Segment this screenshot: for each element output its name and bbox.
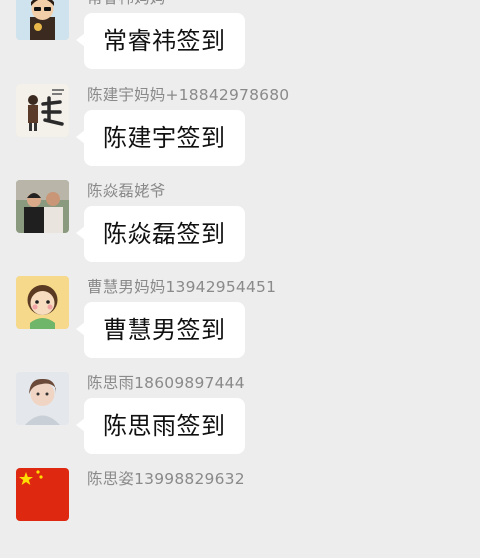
calligraphy-avatar-icon[interactable] <box>16 84 69 137</box>
chat-message-list[interactable]: 常睿祎妈妈 常睿祎签到 陈建宇妈妈+18842978680 陈建宇签到 <box>0 0 480 521</box>
message-bubble[interactable]: 陈建宇签到 <box>76 110 245 166</box>
chat-message: 陈焱磊姥爷 陈焱磊签到 <box>0 180 480 270</box>
chat-message: 常睿祎妈妈 常睿祎签到 <box>0 0 480 77</box>
chat-message: 陈思雨18609897444 陈思雨签到 <box>0 372 480 462</box>
flag-avatar-icon[interactable] <box>16 468 69 521</box>
message-bubble[interactable]: 常睿祎签到 <box>76 13 245 69</box>
sender-name: 曹慧男妈妈13942954451 <box>87 278 277 296</box>
message-bubble[interactable]: 陈思雨签到 <box>76 398 245 454</box>
chat-message: 曹慧男妈妈13942954451 曹慧男签到 <box>0 276 480 366</box>
chat-message: 陈思姿13998829632 <box>0 468 480 558</box>
message-bubble[interactable]: 曹慧男签到 <box>76 302 245 358</box>
cartoon-boy-avatar-icon[interactable] <box>16 0 69 40</box>
portrait-avatar-icon[interactable] <box>16 372 69 425</box>
family-photo-avatar-icon[interactable] <box>16 180 69 233</box>
cartoon-girl-avatar-icon[interactable] <box>16 276 69 329</box>
message-bubble[interactable]: 陈焱磊签到 <box>76 206 245 262</box>
sender-name: 陈思姿13998829632 <box>87 470 245 488</box>
sender-name: 陈建宇妈妈+18842978680 <box>87 86 290 104</box>
chat-message: 陈建宇妈妈+18842978680 陈建宇签到 <box>0 84 480 174</box>
sender-name: 常睿祎妈妈 <box>87 0 166 9</box>
sender-name: 陈思雨18609897444 <box>87 374 245 392</box>
sender-name: 陈焱磊姥爷 <box>87 182 166 200</box>
